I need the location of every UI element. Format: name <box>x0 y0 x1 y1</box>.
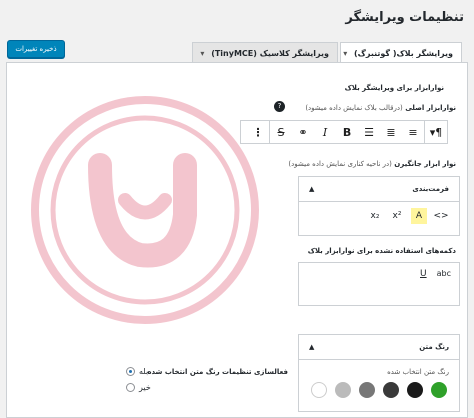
main-toolbar-note: (درقالب بلاک نمایش داده میشود) <box>305 104 403 112</box>
color-swatch-dark-gray[interactable] <box>383 382 399 398</box>
formatting-box-title: فرمت‌بندی <box>412 185 449 193</box>
radio-yes-label: بله <box>139 367 149 376</box>
highlight-button[interactable]: A <box>411 208 427 224</box>
radio-no-input[interactable] <box>126 383 135 392</box>
chevron-down-icon: ▾ <box>343 49 348 58</box>
color-swatch-white[interactable] <box>311 382 327 398</box>
code-icon[interactable]: <> <box>433 211 449 221</box>
formatting-buttons: <> A x² x₂ <box>299 202 459 230</box>
main-toolbar: ¶▾ ≡ ≣ ☰ B I ⚭ S ⋮ <box>240 120 448 144</box>
side-toolbar-note: (در ناحیه کناری نمایش داده میشود) <box>288 160 392 168</box>
align-left-icon[interactable]: ≣ <box>380 121 402 143</box>
radio-yes[interactable]: بله <box>126 367 148 376</box>
text-color-box-header[interactable]: رنگ متن ▲ <box>299 335 459 360</box>
text-color-box-title: رنگ متن <box>419 343 449 351</box>
color-swatch-green[interactable] <box>431 382 447 398</box>
chevron-up-icon: ▲ <box>309 343 315 351</box>
align-icon[interactable]: ≡ <box>402 121 424 143</box>
align-center-icon[interactable]: ☰ <box>358 121 380 143</box>
radio-yes-input[interactable] <box>126 367 135 376</box>
superscript-button[interactable]: x² <box>389 211 405 221</box>
italic-icon[interactable]: I <box>314 121 336 143</box>
help-icon[interactable]: ? <box>274 101 285 112</box>
link-icon[interactable]: ⚭ <box>292 121 314 143</box>
page-title: تنظیمات ویرایشگر <box>345 10 464 25</box>
abc-button[interactable]: abc <box>437 269 451 279</box>
toolbar-divider <box>269 121 270 143</box>
chevron-up-icon: ▲ <box>309 185 315 193</box>
color-swatch-light-gray[interactable] <box>335 382 351 398</box>
radio-no-label: خیر <box>139 383 151 392</box>
more-icon[interactable]: ⋮ <box>247 121 269 143</box>
unused-buttons-label: دکمه‌های استفاده نشده برای نوارابزار بلا… <box>307 247 456 255</box>
save-button[interactable]: ذخیره تغییرات <box>7 40 65 58</box>
subscript-button[interactable]: x₂ <box>367 211 383 221</box>
section-title: نوارابزار برای ویرایشگر بلاک <box>344 84 444 92</box>
unused-buttons-box: abc U <box>298 262 460 306</box>
enable-option-label: فعالسازی تنظیمات رنگ متن انتخاب شده <box>147 368 288 376</box>
color-palette <box>299 382 459 398</box>
text-color-subtitle: رنگ متن انتخاب شده <box>387 368 449 376</box>
text-color-box: رنگ متن ▲ رنگ متن انتخاب شده <box>298 334 460 412</box>
pilcrow-icon[interactable]: ¶▾ <box>425 121 447 143</box>
formatting-box-header[interactable]: فرمت‌بندی ▲ <box>299 177 459 202</box>
tab-block-editor[interactable]: ویرایشگر بلاک( گوتنبرگ) ▾ <box>340 42 462 64</box>
formatting-box: فرمت‌بندی ▲ <> A x² x₂ <box>298 176 460 236</box>
bold-icon[interactable]: B <box>336 121 358 143</box>
strikethrough-icon[interactable]: S <box>270 121 292 143</box>
toolbar-divider <box>424 121 425 143</box>
main-toolbar-label: نوارابزار اصلی <box>405 104 456 112</box>
side-toolbar-heading: نوار ابزار جانگیرن (در ناحیه کناری نمایش… <box>288 160 456 168</box>
tab-classic-editor-label: ویرایشگر کلاسیک (TinyMCE) <box>211 49 329 58</box>
tab-block-editor-label: ویرایشگر بلاک( گوتنبرگ) <box>354 49 453 58</box>
tab-classic-editor[interactable]: ویرایشگر کلاسیک (TinyMCE) ▾ <box>192 42 338 64</box>
side-toolbar-label: نوار ابزار جانگیرن <box>394 160 456 168</box>
color-swatch-black[interactable] <box>407 382 423 398</box>
chevron-down-icon: ▾ <box>200 49 205 58</box>
underline-button[interactable]: U <box>420 269 427 279</box>
main-toolbar-heading: نوارابزار اصلی (درقالب بلاک نمایش داده م… <box>305 104 456 112</box>
color-swatch-gray[interactable] <box>359 382 375 398</box>
radio-no[interactable]: خیر <box>126 383 151 392</box>
